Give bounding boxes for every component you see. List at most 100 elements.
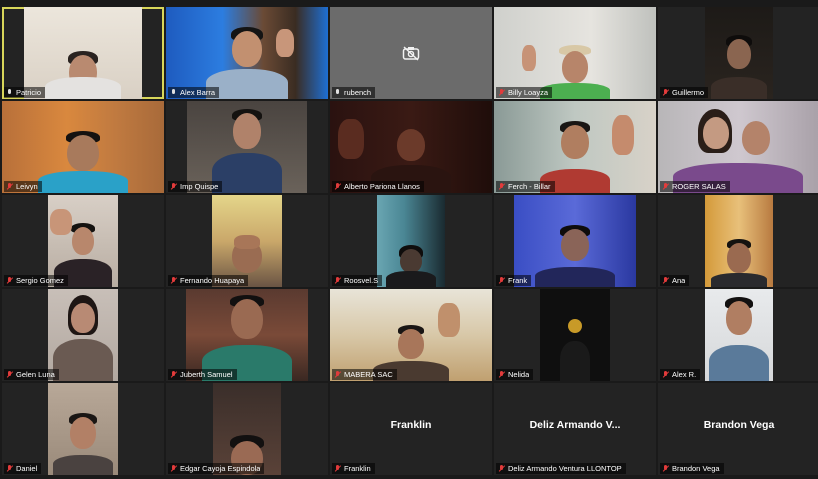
- participant-video: [494, 7, 656, 99]
- video-tile[interactable]: Alex R.: [658, 289, 818, 381]
- microphone-muted-icon: [334, 276, 341, 285]
- video-tile[interactable]: Edgar Cayoja Espindola: [166, 383, 328, 475]
- participant-video: [187, 101, 307, 193]
- participant-video: [2, 101, 164, 193]
- video-tile[interactable]: ROGER SALAS: [658, 101, 818, 193]
- video-tile[interactable]: Nelida: [494, 289, 656, 381]
- participant-name-label: Fernando Huapaya: [168, 275, 249, 286]
- video-tile[interactable]: Deliz Armando V... Deliz Armando Ventura…: [494, 383, 656, 475]
- participant-name-label: Brandon Vega: [660, 463, 724, 474]
- video-tile[interactable]: Roosvel.S: [330, 195, 492, 287]
- participant-name-label: Juberth Samuel: [168, 369, 237, 380]
- microphone-muted-icon: [498, 276, 505, 285]
- participant-name-label: rubench: [332, 87, 376, 98]
- microphone-muted-icon: [334, 464, 341, 473]
- participant-name-label: Frank: [496, 275, 532, 286]
- video-tile[interactable]: Alex Barra: [166, 7, 328, 99]
- microphone-muted-icon: [498, 182, 505, 191]
- participant-name-label: Edgar Cayoja Espindola: [168, 463, 265, 474]
- participant-video: [48, 383, 118, 475]
- video-tile[interactable]: Guillermo: [658, 7, 818, 99]
- participant-video: [330, 289, 492, 381]
- participant-video: [186, 289, 308, 381]
- participant-name-label: Sergio Gomez: [4, 275, 68, 286]
- participant-name-label: ROGER SALAS: [660, 181, 730, 192]
- participant-video: [494, 101, 656, 193]
- participant-video: [540, 289, 610, 381]
- microphone-muted-icon: [498, 464, 505, 473]
- participant-video: [377, 195, 445, 287]
- video-tile[interactable]: Billy Loayza: [494, 7, 656, 99]
- participant-video: [166, 7, 328, 99]
- participant-video: [48, 289, 118, 381]
- participant-display-name: Franklin: [390, 419, 432, 431]
- video-tile[interactable]: Patricio: [2, 7, 164, 99]
- participant-video: [658, 101, 818, 193]
- participant-name-label: Nelida: [496, 369, 534, 380]
- video-tile[interactable]: Ana: [658, 195, 818, 287]
- participant-display-name: Brandon Vega: [703, 419, 775, 431]
- participant-name-label: Alberto Pariona Llanos: [332, 181, 424, 192]
- participant-video: [514, 195, 636, 287]
- participant-name-label: Ferch - Billar: [496, 181, 555, 192]
- participant-video: [213, 383, 281, 475]
- camera-off-icon: [402, 46, 420, 61]
- participant-video: [330, 101, 492, 193]
- microphone-icon: [334, 88, 341, 97]
- video-grid: Patricio Alex Barra rubench Billy Loayza…: [2, 7, 818, 475]
- microphone-muted-icon: [6, 276, 13, 285]
- video-tile[interactable]: MABERA SAC: [330, 289, 492, 381]
- video-tile[interactable]: Imp Quispe: [166, 101, 328, 193]
- video-tile[interactable]: Gelen Luna: [2, 289, 164, 381]
- participant-name-label: Billy Loayza: [496, 87, 553, 98]
- participant-name-label: Alex R.: [660, 369, 701, 380]
- video-tile[interactable]: Juberth Samuel: [166, 289, 328, 381]
- participant-name-label: Alex Barra: [168, 87, 220, 98]
- microphone-muted-icon: [662, 182, 669, 191]
- microphone-muted-icon: [662, 276, 669, 285]
- participant-video: [48, 195, 118, 287]
- microphone-muted-icon: [170, 182, 177, 191]
- video-tile[interactable]: Leivyn: [2, 101, 164, 193]
- participant-video: [212, 195, 282, 287]
- participant-display-name: Deliz Armando V...: [529, 419, 621, 431]
- microphone-muted-icon: [6, 464, 13, 473]
- participant-name-label: Deliz Armando Ventura LLONTOP: [496, 463, 626, 474]
- participant-name-label: Guillermo: [660, 87, 709, 98]
- video-tile[interactable]: Fernando Huapaya: [166, 195, 328, 287]
- microphone-muted-icon: [662, 88, 669, 97]
- participant-video: [705, 289, 773, 381]
- microphone-muted-icon: [6, 370, 13, 379]
- microphone-muted-icon: [498, 370, 505, 379]
- microphone-muted-icon: [334, 370, 341, 379]
- microphone-muted-icon: [498, 88, 505, 97]
- participant-name-label: Ana: [660, 275, 690, 286]
- video-tile[interactable]: Sergio Gomez: [2, 195, 164, 287]
- microphone-icon: [170, 88, 177, 97]
- participant-video: [705, 7, 773, 99]
- participant-name-label: Gelen Luna: [4, 369, 59, 380]
- video-tile[interactable]: Ferch - Billar: [494, 101, 656, 193]
- microphone-muted-icon: [334, 182, 341, 191]
- microphone-muted-icon: [170, 370, 177, 379]
- participant-name-label: Leivyn: [4, 181, 42, 192]
- microphone-muted-icon: [6, 182, 13, 191]
- participant-name-label: Patricio: [4, 87, 46, 98]
- microphone-muted-icon: [662, 370, 669, 379]
- microphone-icon: [6, 88, 13, 97]
- participant-name-label: Roosvel.S: [332, 275, 383, 286]
- participant-name-label: Daniel: [4, 463, 42, 474]
- participant-name-label: Imp Quispe: [168, 181, 223, 192]
- microphone-muted-icon: [662, 464, 669, 473]
- video-tile[interactable]: Brandon Vega Brandon Vega: [658, 383, 818, 475]
- participant-video: [705, 195, 773, 287]
- microphone-muted-icon: [170, 276, 177, 285]
- video-tile[interactable]: Frank: [494, 195, 656, 287]
- video-tile[interactable]: rubench: [330, 7, 492, 99]
- video-tile[interactable]: Daniel: [2, 383, 164, 475]
- participant-name-label: MABERA SAC: [332, 369, 397, 380]
- video-tile[interactable]: Franklin Franklin: [330, 383, 492, 475]
- participant-name-label: Franklin: [332, 463, 375, 474]
- participant-video: [24, 7, 142, 99]
- video-tile[interactable]: Alberto Pariona Llanos: [330, 101, 492, 193]
